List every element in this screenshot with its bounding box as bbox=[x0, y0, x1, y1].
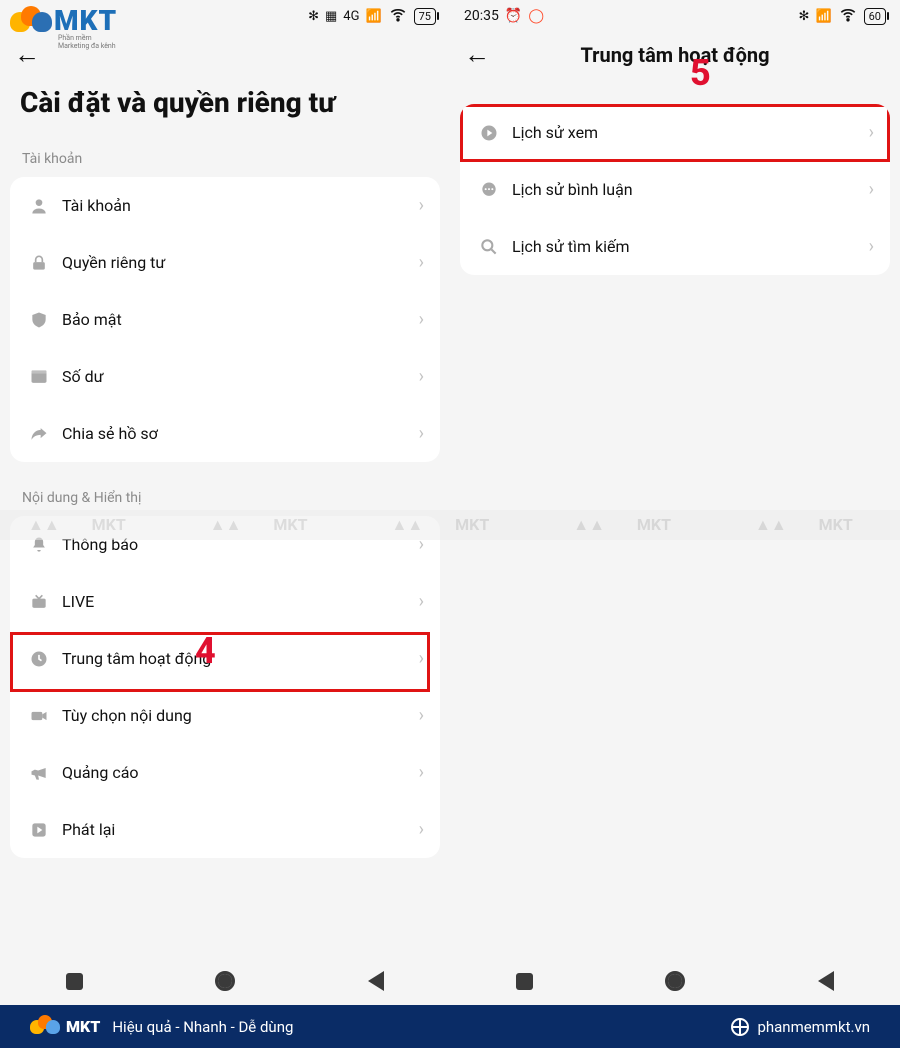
screen-title: Trung tâm hoạt động bbox=[450, 43, 900, 67]
row-account[interactable]: Tài khoản › bbox=[10, 177, 440, 234]
annotation-step-4: 4 bbox=[195, 630, 216, 672]
shield-icon bbox=[26, 310, 52, 330]
row-share-profile[interactable]: Chia sẻ hồ sơ › bbox=[10, 405, 440, 462]
comment-icon bbox=[476, 180, 502, 200]
chevron-right-icon: › bbox=[419, 366, 424, 387]
signal-icon: 📶 bbox=[365, 9, 381, 24]
content-card: Thông báo › LIVE › Trung tâm hoạt động ›… bbox=[10, 516, 440, 858]
row-label: Chia sẻ hồ sơ bbox=[52, 424, 419, 443]
nav-home[interactable] bbox=[215, 971, 235, 991]
phone-left: ✻ ▦ 4G 📶 75 ← Cài đặt và quyền riêng tư … bbox=[0, 0, 450, 1005]
android-nav-bar bbox=[0, 957, 450, 1005]
chevron-right-icon: › bbox=[419, 705, 424, 726]
bluetooth-icon: ✻ bbox=[308, 9, 319, 24]
search-icon bbox=[476, 237, 502, 257]
share-icon bbox=[26, 424, 52, 444]
row-label: Trung tâm hoạt động bbox=[52, 649, 419, 668]
annotation-step-5: 5 bbox=[690, 52, 711, 94]
battery-indicator: 60 bbox=[864, 8, 886, 25]
watermark: ▲▲ MKT ▲▲ MKT ▲▲ MKT ▲▲ MKT ▲▲ MKT ▲▲ MK… bbox=[0, 510, 900, 540]
chevron-right-icon: › bbox=[419, 423, 424, 444]
status-bar: 20:35 ⏰ ◯ ✻ 📶 60 bbox=[450, 0, 900, 32]
record-dot-icon: ◯ bbox=[528, 8, 544, 24]
footer-logo: MKT bbox=[30, 1015, 100, 1039]
footer-slogan: Hiệu quả - Nhanh - Dễ dùng bbox=[112, 1018, 293, 1036]
chevron-right-icon: › bbox=[419, 252, 424, 273]
bluetooth-icon: ✻ bbox=[799, 9, 810, 24]
row-search-history[interactable]: Lịch sử tìm kiếm › bbox=[460, 218, 890, 275]
row-label: Số dư bbox=[52, 367, 419, 386]
row-ads[interactable]: Quảng cáo › bbox=[10, 744, 440, 801]
battery-indicator: 75 bbox=[414, 8, 436, 25]
play-circle-icon bbox=[476, 123, 502, 143]
chevron-right-icon: › bbox=[419, 819, 424, 840]
nav-recent[interactable] bbox=[66, 973, 83, 990]
chevron-right-icon: › bbox=[419, 762, 424, 783]
mkt-logo: MKT Phần mềm Marketing đa kênh bbox=[10, 4, 117, 37]
row-label: LIVE bbox=[52, 592, 419, 611]
nav-recent[interactable] bbox=[516, 973, 533, 990]
globe-icon bbox=[731, 1018, 749, 1036]
row-label: Bảo mật bbox=[52, 310, 419, 329]
row-label: Quyền riêng tư bbox=[52, 253, 419, 272]
live-icon bbox=[26, 592, 52, 612]
nav-home[interactable] bbox=[665, 971, 685, 991]
footer-bar: MKT Hiệu quả - Nhanh - Dễ dùng phanmemmk… bbox=[0, 1005, 900, 1048]
clock-icon bbox=[26, 649, 52, 669]
section-header-account: Tài khoản bbox=[0, 137, 450, 177]
chevron-right-icon: › bbox=[419, 309, 424, 330]
lock-icon bbox=[26, 253, 52, 273]
megaphone-icon bbox=[26, 763, 52, 783]
chevron-right-icon: › bbox=[419, 648, 424, 669]
signal-icon: 📶 bbox=[815, 9, 831, 24]
video-icon bbox=[26, 706, 52, 726]
row-replay[interactable]: Phát lại › bbox=[10, 801, 440, 858]
footer-url: phanmemmkt.vn bbox=[757, 1018, 870, 1036]
sim-icon: ▦ bbox=[325, 9, 337, 24]
row-label: Quảng cáo bbox=[52, 763, 419, 782]
row-label: Lịch sử tìm kiếm bbox=[502, 237, 869, 256]
account-card: Tài khoản › Quyền riêng tư › Bảo mật › S… bbox=[10, 177, 440, 462]
row-label: Lịch sử bình luận bbox=[502, 180, 869, 199]
wallet-icon bbox=[26, 367, 52, 387]
wifi-icon bbox=[388, 4, 408, 28]
play-icon bbox=[26, 820, 52, 840]
network-label: 4G bbox=[343, 9, 359, 24]
row-live[interactable]: LIVE › bbox=[10, 573, 440, 630]
row-content-pref[interactable]: Tùy chọn nội dung › bbox=[10, 687, 440, 744]
back-button[interactable]: ← bbox=[14, 42, 40, 68]
history-card: Lịch sử xem › Lịch sử bình luận › Lịch s… bbox=[460, 104, 890, 275]
chevron-right-icon: › bbox=[419, 591, 424, 612]
chevron-right-icon: › bbox=[869, 179, 874, 200]
row-watch-history[interactable]: Lịch sử xem › bbox=[460, 104, 890, 161]
android-nav-bar bbox=[450, 957, 900, 1005]
chevron-right-icon: › bbox=[419, 195, 424, 216]
page-title: Cài đặt và quyền riêng tư bbox=[0, 74, 450, 137]
row-comment-history[interactable]: Lịch sử bình luận › bbox=[460, 161, 890, 218]
phone-right: 20:35 ⏰ ◯ ✻ 📶 60 ← Trung tâm hoạt động 5 bbox=[450, 0, 900, 1005]
chevron-right-icon: › bbox=[869, 236, 874, 257]
clock-time: 20:35 bbox=[464, 8, 499, 24]
chevron-right-icon: › bbox=[869, 122, 874, 143]
row-label: Lịch sử xem bbox=[502, 123, 869, 142]
nav-back[interactable] bbox=[818, 971, 834, 991]
row-privacy[interactable]: Quyền riêng tư › bbox=[10, 234, 440, 291]
nav-back[interactable] bbox=[368, 971, 384, 991]
row-label: Phát lại bbox=[52, 820, 419, 839]
row-balance[interactable]: Số dư › bbox=[10, 348, 440, 405]
alarm-icon: ⏰ bbox=[505, 8, 522, 24]
row-security[interactable]: Bảo mật › bbox=[10, 291, 440, 348]
row-label: Tùy chọn nội dung bbox=[52, 706, 419, 725]
row-label: Tài khoản bbox=[52, 196, 419, 215]
row-activity-center[interactable]: Trung tâm hoạt động › bbox=[10, 630, 440, 687]
wifi-icon bbox=[838, 4, 858, 28]
user-icon bbox=[26, 196, 52, 216]
